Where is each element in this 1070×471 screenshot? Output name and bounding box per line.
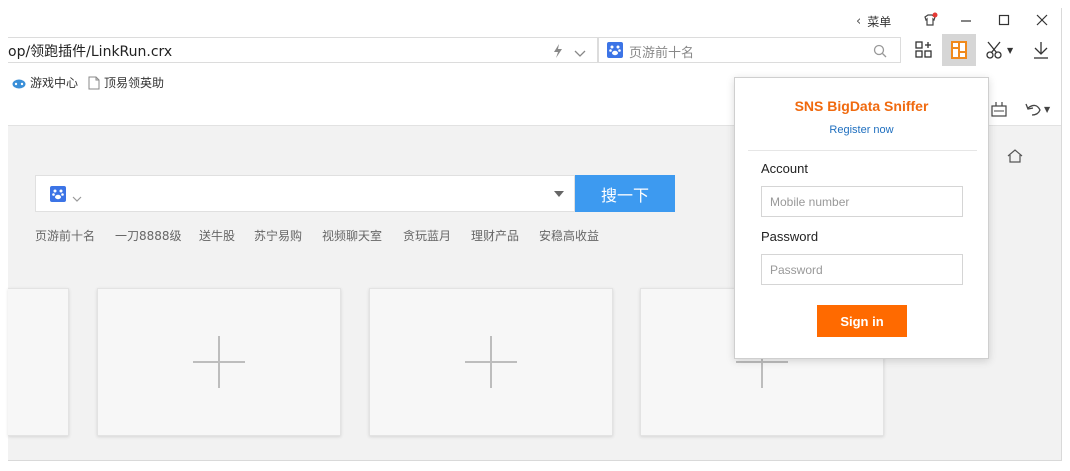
hot-link[interactable]: 安稳高收益 [539, 227, 599, 244]
speed-dial-add-tile[interactable] [97, 288, 341, 436]
menu-button[interactable]: ‹ 菜单 [856, 13, 891, 30]
dropdown-arrow-icon: ▼ [1007, 45, 1014, 55]
history-dropdown-icon[interactable] [554, 191, 564, 197]
search-bar[interactable]: 页游前十名 [598, 37, 901, 63]
minimize-button[interactable] [954, 8, 978, 32]
divider [748, 150, 977, 151]
hot-link[interactable]: 页游前十名 [35, 227, 95, 244]
apps-icon[interactable] [914, 40, 934, 64]
popup-title: SNS BigData Sniffer [794, 98, 929, 114]
sign-in-button[interactable]: Sign in [817, 305, 907, 337]
maximize-button[interactable] [992, 8, 1016, 32]
account-label: Account [761, 161, 808, 176]
chevron-down-icon[interactable] [574, 44, 586, 63]
account-input[interactable]: Mobile number [761, 186, 963, 217]
undo-icon [1025, 103, 1041, 116]
search-placeholder: 页游前十名 [629, 46, 695, 61]
download-icon[interactable] [1031, 40, 1051, 64]
password-label: Password [761, 229, 819, 244]
home-icon[interactable] [1006, 148, 1024, 168]
register-link[interactable]: Register now [735, 124, 988, 136]
bookmark-label: 顶易领英助 [104, 76, 165, 90]
undo-button[interactable]: ▼ [1024, 101, 1050, 117]
bookmark-dingyi[interactable]: 顶易领英助 [88, 74, 164, 91]
hot-link[interactable]: 苏宁易购 [254, 227, 302, 244]
hot-link[interactable]: 贪玩蓝月 [403, 227, 451, 244]
scissors-icon [986, 41, 1002, 59]
bookmark-game-center[interactable]: 游戏中心 [12, 74, 78, 91]
extension-button[interactable] [942, 34, 976, 66]
search-button[interactable]: 搜一下 [575, 175, 675, 212]
address-text: op/领跑插件/LinkRun.crx [8, 44, 173, 60]
scissors-button[interactable]: ▼ [985, 40, 1013, 60]
page-icon [88, 76, 100, 89]
skin-icon[interactable] [918, 8, 942, 32]
address-bar[interactable]: op/领跑插件/LinkRun.crx [8, 37, 598, 63]
password-input[interactable]: Password [761, 254, 963, 285]
close-button[interactable] [1030, 8, 1054, 32]
menu-label: 菜单 [867, 15, 892, 29]
lightning-icon[interactable] [552, 43, 564, 62]
speed-dial-tile[interactable] [8, 288, 69, 436]
bookmark-label: 游戏中心 [30, 76, 79, 90]
hot-link[interactable]: 送牛股 [199, 227, 235, 244]
dropdown-arrow-icon: ▼ [1044, 104, 1051, 114]
page-search-input[interactable] [35, 175, 575, 212]
speed-dial-add-tile[interactable] [369, 288, 613, 436]
hot-link[interactable]: 一刀8888级 [115, 227, 182, 244]
extension-popup: SNS BigData Sniffer Register now Account… [734, 77, 989, 359]
engine-chevron-icon[interactable] [72, 188, 82, 207]
screenshot-icon[interactable] [990, 100, 1008, 122]
game-controller-icon [12, 79, 26, 88]
extension-icon [951, 41, 967, 59]
baidu-paw-icon [50, 186, 66, 206]
chevron-left-icon: ‹ [856, 14, 862, 29]
search-icon[interactable] [873, 43, 887, 62]
baidu-paw-icon [607, 42, 623, 62]
hot-link[interactable]: 理财产品 [471, 227, 519, 244]
hot-link[interactable]: 视频聊天室 [322, 227, 382, 244]
